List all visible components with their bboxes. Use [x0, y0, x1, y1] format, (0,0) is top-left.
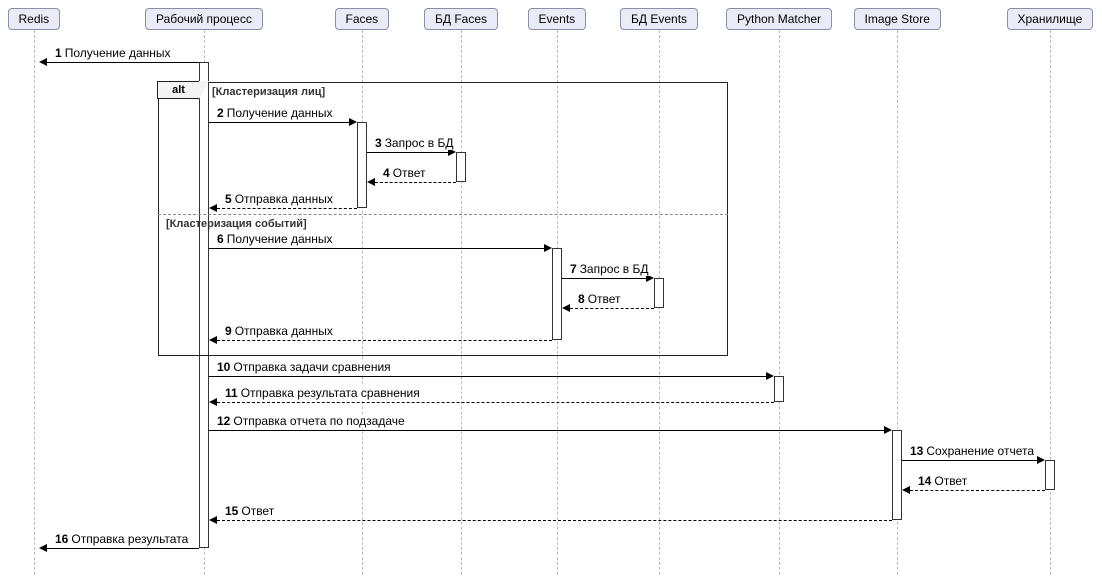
- arrowhead-icon: [1037, 456, 1045, 464]
- participant-events: Events: [528, 8, 587, 30]
- message-14: 14Ответ: [902, 490, 1045, 491]
- message-7: 7Запрос в БД: [562, 278, 654, 279]
- participant-faces: Faces: [335, 8, 390, 30]
- participant-storage: Хранилище: [1007, 8, 1094, 30]
- alt-guard-1: [Кластеризация лиц]: [212, 86, 325, 98]
- message-5: 5Отправка данных: [209, 208, 357, 209]
- arrowhead-icon: [209, 398, 217, 406]
- arrowhead-icon: [902, 486, 910, 494]
- message-label: 5Отправка данных: [223, 192, 335, 206]
- message-label: 10Отправка задачи сравнения: [215, 360, 393, 374]
- message-label: 12Отправка отчета по подзадаче: [215, 414, 407, 428]
- lifeline-redis: [34, 30, 35, 575]
- participant-worker: Рабочий процесс: [145, 8, 263, 30]
- arrowhead-icon: [544, 244, 552, 252]
- message-12: 12Отправка отчета по подзадаче: [209, 430, 892, 431]
- alt-operator: alt: [157, 81, 199, 99]
- message-4: 4Ответ: [367, 182, 456, 183]
- message-label: 4Ответ: [381, 166, 428, 180]
- participant-faces_db: БД Faces: [424, 8, 498, 30]
- arrowhead-icon: [562, 304, 570, 312]
- message-label: 6Получение данных: [215, 232, 335, 246]
- participant-image_store: Image Store: [854, 8, 941, 30]
- activation-image_store: [892, 430, 902, 520]
- message-8: 8Ответ: [562, 308, 654, 309]
- message-label: 9Отправка данных: [223, 324, 335, 338]
- arrowhead-icon: [349, 118, 357, 126]
- message-13: 13Сохранение отчета: [902, 460, 1045, 461]
- activation-matcher: [774, 376, 784, 402]
- participant-redis: Redis: [8, 8, 61, 30]
- message-label: 7Запрос в БД: [568, 262, 651, 276]
- message-label: 16Отправка результата: [53, 532, 190, 546]
- message-11: 11Отправка результата сравнения: [209, 402, 774, 403]
- participant-matcher: Python Matcher: [726, 8, 832, 30]
- arrowhead-icon: [367, 178, 375, 186]
- message-label: 13Сохранение отчета: [908, 444, 1036, 458]
- arrowhead-icon: [209, 204, 217, 212]
- message-label: 14Ответ: [916, 474, 969, 488]
- arrowhead-icon: [209, 516, 217, 524]
- message-15: 15Ответ: [209, 520, 892, 521]
- message-16: 16Отправка результата: [39, 548, 199, 549]
- arrowhead-icon: [39, 544, 47, 552]
- message-label: 15Ответ: [223, 504, 276, 518]
- message-3: 3Запрос в БД: [367, 152, 456, 153]
- message-6: 6Получение данных: [209, 248, 552, 249]
- arrowhead-icon: [884, 426, 892, 434]
- alt-guard-2: [Кластеризация событий]: [166, 218, 307, 230]
- message-label: 3Запрос в БД: [373, 136, 456, 150]
- message-label: 1Получение данных: [53, 46, 173, 60]
- activation-storage: [1045, 460, 1055, 490]
- message-label: 11Отправка результата сравнения: [223, 386, 422, 400]
- lifeline-storage: [1050, 30, 1051, 575]
- participant-events_db: БД Events: [620, 8, 698, 30]
- message-label: 8Ответ: [576, 292, 623, 306]
- arrowhead-icon: [39, 58, 47, 66]
- lifeline-matcher: [779, 30, 780, 575]
- message-label: 2Получение данных: [215, 106, 335, 120]
- alt-divider: [158, 214, 728, 215]
- message-10: 10Отправка задачи сравнения: [209, 376, 774, 377]
- message-9: 9Отправка данных: [209, 340, 552, 341]
- arrowhead-icon: [766, 372, 774, 380]
- message-2: 2Получение данных: [209, 122, 357, 123]
- sequence-diagram: Redis Рабочий процесс Faces БД Faces Events Б…: [0, 0, 1102, 583]
- arrowhead-icon: [209, 336, 217, 344]
- message-1: 1Получение данных: [39, 62, 199, 63]
